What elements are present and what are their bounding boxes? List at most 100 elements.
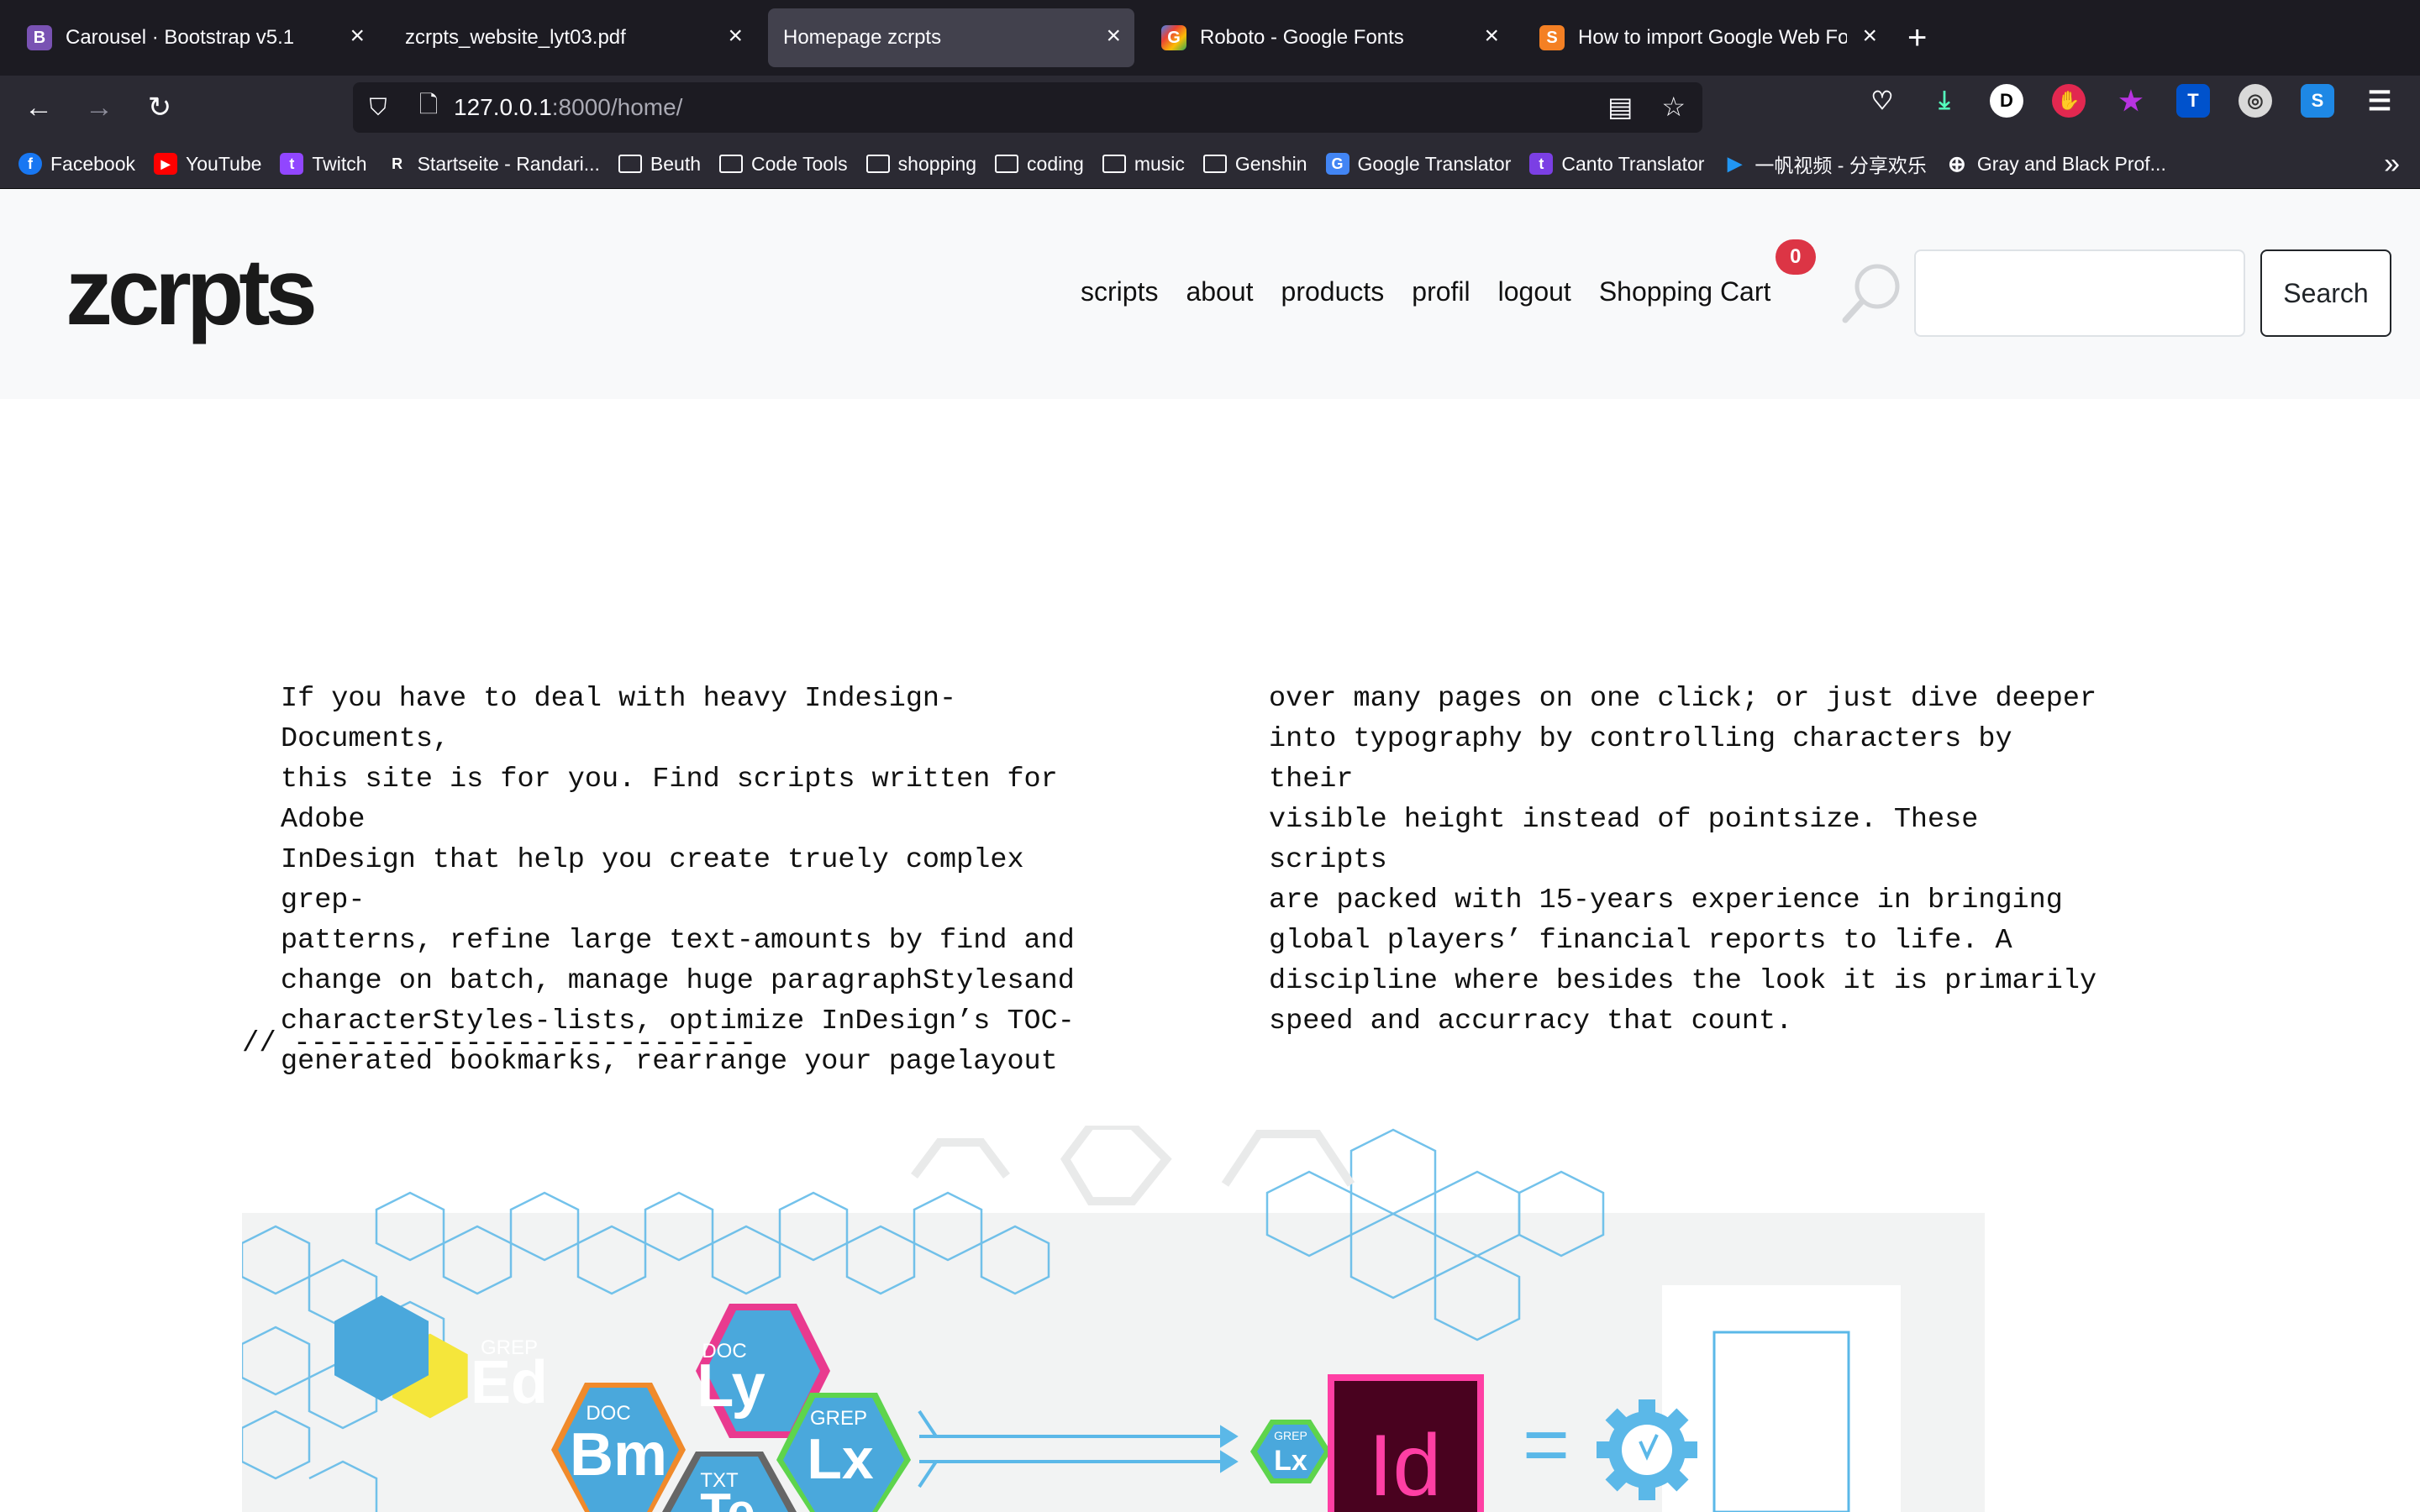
url-host: 127.0.0.1: [454, 94, 552, 120]
reader-view-icon[interactable]: ▤: [1607, 91, 1633, 123]
bootstrap-icon: B: [27, 25, 52, 50]
bookmark-folder-beuth[interactable]: Beuth: [618, 153, 701, 176]
randari-icon: R: [392, 155, 403, 172]
google-fonts-icon: G: [1161, 25, 1186, 50]
reload-icon[interactable]: ↻: [129, 91, 190, 124]
pocket-icon[interactable]: ♡: [1865, 84, 1899, 118]
menu-item-logout[interactable]: logout: [1498, 276, 1571, 307]
hex-outline-decor: [911, 1126, 1355, 1205]
extension-d-icon[interactable]: D: [1990, 84, 2023, 118]
bookmark-google-translator[interactable]: G Google Translator: [1325, 153, 1511, 176]
tab-title: Roboto - Google Fonts: [1200, 26, 1404, 49]
address-bar[interactable]: ⛉ 🗋 127.0.0.1:8000/home/ ▤ ☆: [353, 82, 1702, 133]
tab-title: zcrpts_website_lyt03.pdf: [405, 26, 626, 49]
svg-text:Ed: Ed: [471, 1349, 548, 1416]
equals-sign: =: [1523, 1399, 1570, 1489]
bookmarks-toolbar: f Facebook ▶ YouTube t Twitch R Startsei…: [0, 139, 2420, 189]
bookmark-folder-music[interactable]: music: [1102, 153, 1185, 176]
svg-text:Ly: Ly: [697, 1352, 765, 1420]
indesign-icon: Id: [1328, 1374, 1484, 1512]
bookmark-canto-translator[interactable]: t Canto Translator: [1529, 153, 1704, 176]
extension-hand-icon[interactable]: ✋: [2052, 84, 2086, 118]
tab-homepage-zcrpts[interactable]: Homepage zcrpts ×: [768, 8, 1134, 67]
menu-item-profil[interactable]: profil: [1412, 276, 1470, 307]
bookmark-label: Gray and Black Prof...: [1976, 152, 2166, 175]
bookmark-folder-shopping[interactable]: shopping: [865, 152, 977, 176]
bookmark-label: Twitch: [312, 152, 367, 175]
menu-item-about[interactable]: about: [1186, 276, 1253, 307]
bookmark-twitch[interactable]: t Twitch: [280, 152, 367, 176]
menu-item-scripts[interactable]: scripts: [1081, 276, 1158, 307]
close-icon[interactable]: ×: [1106, 24, 1121, 49]
bookmark-label: shopping: [897, 152, 977, 175]
bookmark-star-icon[interactable]: ☆: [1661, 91, 1686, 123]
menu-icon[interactable]: ☰: [2363, 84, 2396, 118]
folder-icon: [1102, 155, 1126, 173]
forward-icon[interactable]: →: [69, 92, 129, 124]
tab-pdf[interactable]: zcrpts_website_lyt03.pdf ×: [390, 8, 756, 67]
bookmark-randari[interactable]: R Startseite - Randari...: [386, 153, 600, 176]
search-input[interactable]: [1914, 249, 2245, 337]
bookmark-label: Code Tools: [751, 152, 848, 175]
hero-illustration: GREP Ed DOC Ly DOC Bm GREP Lx TXT Te GRE…: [242, 1126, 1985, 1512]
tab-title: How to import Google Web Font: [1578, 26, 1847, 49]
facebook-icon: f: [18, 153, 42, 175]
youtube-icon: ▶: [154, 153, 178, 175]
bookmark-label: Facebook: [50, 152, 136, 175]
svg-text:Te: Te: [700, 1483, 755, 1512]
extension-star-icon[interactable]: ★: [2114, 84, 2148, 118]
extension-trello-icon[interactable]: T: [2176, 84, 2210, 118]
svg-text:Lx: Lx: [807, 1427, 874, 1491]
bookmark-label: coding: [1027, 152, 1084, 175]
extension-s-icon[interactable]: S: [2301, 84, 2334, 118]
bookmark-yifan-video[interactable]: ▶ 一帆视频 - 分享欢乐: [1723, 150, 1927, 178]
shopping-cart-link[interactable]: Shopping Cart 0: [1598, 239, 1816, 307]
bookmark-facebook[interactable]: f Facebook: [18, 153, 135, 176]
gear-clock-icon: [1597, 1399, 1697, 1500]
bookmark-folder-code-tools[interactable]: Code Tools: [719, 153, 848, 176]
bookmark-label: 一帆视频 - 分享欢乐: [1754, 155, 1927, 176]
tab-bootstrap-carousel[interactable]: B Carousel · Bootstrap v5.1 ×: [12, 8, 378, 67]
globe-icon: ⊕: [1947, 150, 1966, 176]
bookmark-label: music: [1134, 152, 1185, 175]
folder-icon: [719, 155, 744, 173]
site-logo[interactable]: zcrpts: [66, 238, 318, 346]
page-icon: 🗋: [418, 92, 439, 118]
main-menu: scripts about products profil logout Sho…: [1081, 239, 1816, 307]
bookmark-label: Genshin: [1234, 152, 1307, 175]
svg-text:Bm: Bm: [570, 1421, 667, 1488]
play-icon: ▶: [1727, 153, 1742, 174]
bookmark-label: Beuth: [650, 152, 702, 175]
shield-icon[interactable]: ⛉: [353, 94, 403, 122]
intro-column-left: If you have to deal with heavy Indesign-…: [281, 683, 1075, 1078]
close-icon[interactable]: ×: [1862, 24, 1877, 49]
tab-stackoverflow[interactable]: S How to import Google Web Font ×: [1524, 8, 1891, 67]
close-icon[interactable]: ×: [1484, 24, 1499, 49]
search-button[interactable]: Search: [2260, 249, 2391, 337]
bookmark-gray-black[interactable]: ⊕ Gray and Black Prof...: [1945, 150, 2166, 176]
bookmark-folder-coding[interactable]: coding: [995, 153, 1084, 176]
back-icon[interactable]: ←: [8, 92, 69, 124]
bookmark-label: Canto Translator: [1561, 152, 1705, 175]
bookmark-label: Startseite - Randari...: [417, 152, 600, 175]
svg-text:GREP: GREP: [810, 1407, 867, 1430]
bookmark-folder-genshin[interactable]: Genshin: [1202, 152, 1307, 176]
chevron-right-icon[interactable]: »: [2384, 148, 2400, 181]
downloads-icon[interactable]: ⤓: [1928, 84, 1961, 118]
close-icon[interactable]: ×: [728, 24, 743, 49]
intro-column-right: over many pages on one click; or just di…: [1269, 683, 2097, 1037]
shopping-cart-label: Shopping Cart: [1598, 276, 1771, 307]
extension-glasses-icon[interactable]: ◎: [2238, 84, 2272, 118]
new-tab-icon[interactable]: +: [1907, 19, 1927, 57]
code-comment-divider: // ---------------------------: [242, 1028, 757, 1060]
tab-title: Homepage zcrpts: [783, 26, 942, 49]
cart-count-badge: 0: [1775, 239, 1816, 275]
close-icon[interactable]: ×: [350, 24, 365, 49]
menu-item-products[interactable]: products: [1281, 276, 1385, 307]
site-header: zcrpts scripts about products profil log…: [0, 189, 2420, 399]
folder-icon: [865, 155, 890, 173]
tab-google-fonts[interactable]: G Roboto - Google Fonts ×: [1146, 8, 1512, 67]
folder-icon: [618, 155, 642, 173]
bookmark-label: YouTube: [186, 152, 262, 175]
bookmark-youtube[interactable]: ▶ YouTube: [154, 153, 261, 176]
